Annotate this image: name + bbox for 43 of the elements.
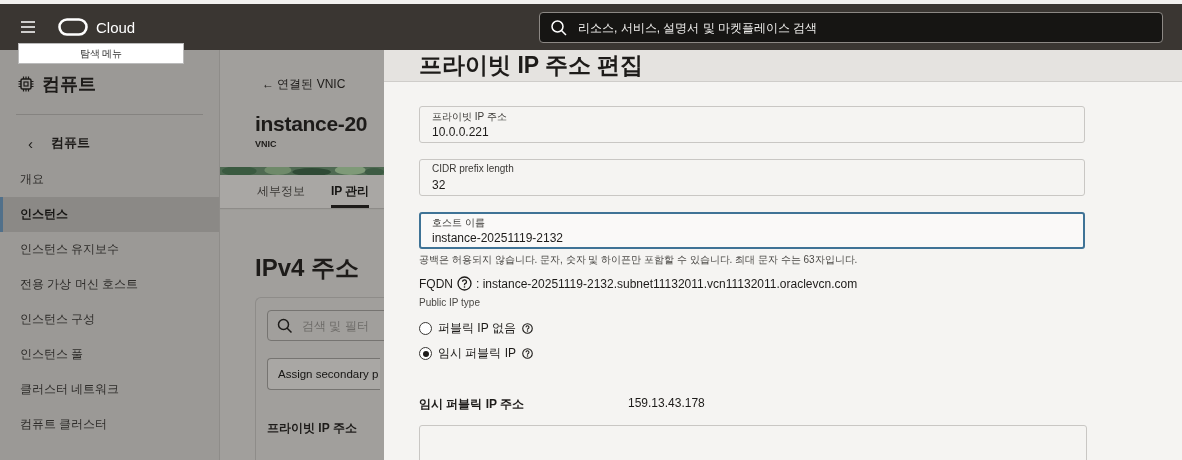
field-value: 159.13.43.178 <box>628 396 705 412</box>
page-title: instance-20 <box>255 111 368 137</box>
sidebar-item[interactable]: 인스턴스 유지보수 <box>0 232 219 267</box>
field-label: CIDR prefix length <box>432 163 514 174</box>
field-label: Public IP type <box>419 297 481 308</box>
sidebar-item[interactable]: 인스턴스 <box>0 197 219 232</box>
help-icon[interactable] <box>457 276 472 291</box>
field-label: 호스트 이름 <box>432 216 485 230</box>
sidebar-item[interactable]: 개요 <box>0 162 219 197</box>
radio-label[interactable]: 퍼블릭 IP 없음 <box>438 320 516 337</box>
sidebar-item[interactable]: 전용 가상 머신 호스트 <box>0 267 219 302</box>
tab[interactable]: 세부정보 <box>257 175 305 208</box>
assign-button[interactable]: Assign secondary p <box>267 358 381 390</box>
sidebar-item[interactable]: 컴퓨트 클러스터 <box>0 407 219 442</box>
tab[interactable]: IP 관리 <box>331 175 370 208</box>
logo-icon[interactable] <box>58 18 88 36</box>
sidebar-item[interactable]: 인스턴스 구성 <box>0 302 219 337</box>
field-label: 임시 퍼블릭 IP 주소 <box>419 396 526 413</box>
sidebar-item[interactable]: 인스턴스 풀 <box>0 337 219 372</box>
field-label: 프라이빗 IP 주소 <box>432 110 507 124</box>
search-icon <box>277 318 293 334</box>
search-icon <box>550 19 568 37</box>
search-field[interactable]: 리소스, 서비스, 설명서 및 마켓플레이스 검색 <box>539 12 1163 43</box>
radio-label[interactable]: 임시 퍼블릭 IP <box>438 345 516 362</box>
back-link[interactable]: ← 연결된 VNIC <box>262 76 384 93</box>
page-subtitle: VNIC <box>255 139 278 149</box>
sidebar-item[interactable]: 클러스터 네트워크 <box>0 372 219 407</box>
radio-button[interactable] <box>419 322 432 335</box>
section-title: IPv4 주소 <box>255 253 361 283</box>
fqdn-label: FQDN <box>419 276 453 291</box>
help-icon[interactable] <box>521 323 533 334</box>
panel-title: 프라이빗 IP 주소 편집 <box>419 51 644 80</box>
back-link[interactable]: ‹ 컴퓨트 <box>0 115 219 150</box>
chip-icon <box>18 76 34 92</box>
radio-button[interactable] <box>419 347 432 360</box>
column-header: 프라이빗 IP 주소 <box>267 421 357 435</box>
menu-tooltip: 탐색 메뉴 <box>18 43 184 64</box>
fqdn-value: : instance-20251119-2132.subnet11132011.vcn11132011.oraclevcn.com <box>476 276 858 291</box>
sidebar-title: 컴퓨트 <box>42 73 96 96</box>
help-text: 공백은 허용되지 않습니다. 문자, 숫자 및 하이픈만 포함할 수 있습니다. 최대 문자 수는 63자입니다. <box>419 253 859 267</box>
menu-icon[interactable] <box>20 20 36 34</box>
brand-name[interactable]: Cloud <box>96 18 136 36</box>
help-icon[interactable] <box>522 348 533 359</box>
